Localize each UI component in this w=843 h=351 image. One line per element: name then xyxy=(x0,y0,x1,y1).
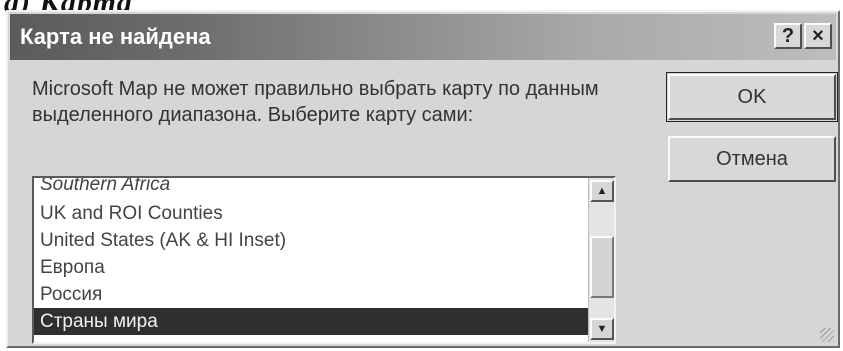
map-list-items: Southern Africa UK and ROI Counties Unit… xyxy=(34,178,588,342)
scroll-up-arrow-icon[interactable]: ▲ xyxy=(590,180,614,202)
scroll-down-arrow-icon[interactable]: ▼ xyxy=(590,318,614,340)
list-item[interactable]: United States (AK & HI Inset) xyxy=(34,227,588,254)
list-item[interactable]: Европа xyxy=(34,254,588,281)
help-button[interactable]: ? xyxy=(774,23,802,49)
list-item[interactable]: Southern Africa xyxy=(34,178,588,200)
map-not-found-dialog: Карта не найдена ? × Microsoft Map не мо… xyxy=(6,10,840,348)
dialog-message: Microsoft Map не может правильно выбрать… xyxy=(32,78,599,126)
scroll-thumb[interactable] xyxy=(590,236,614,298)
ok-button[interactable]: OK xyxy=(666,72,838,122)
resize-grip-icon[interactable] xyxy=(820,328,834,342)
dialog-title: Карта не найдена xyxy=(20,24,211,49)
list-scrollbar[interactable]: ▲ ▼ xyxy=(588,178,614,342)
list-item[interactable]: UK and ROI Counties xyxy=(34,200,588,227)
title-bar: Карта не найдена ? × xyxy=(10,14,836,60)
cancel-button[interactable]: Отмена xyxy=(668,136,836,182)
list-item-selected[interactable]: Страны мира xyxy=(34,308,588,335)
map-listbox[interactable]: Southern Africa UK and ROI Counties Unit… xyxy=(32,176,616,344)
close-button[interactable]: × xyxy=(804,23,832,49)
list-item[interactable]: Россия xyxy=(34,281,588,308)
